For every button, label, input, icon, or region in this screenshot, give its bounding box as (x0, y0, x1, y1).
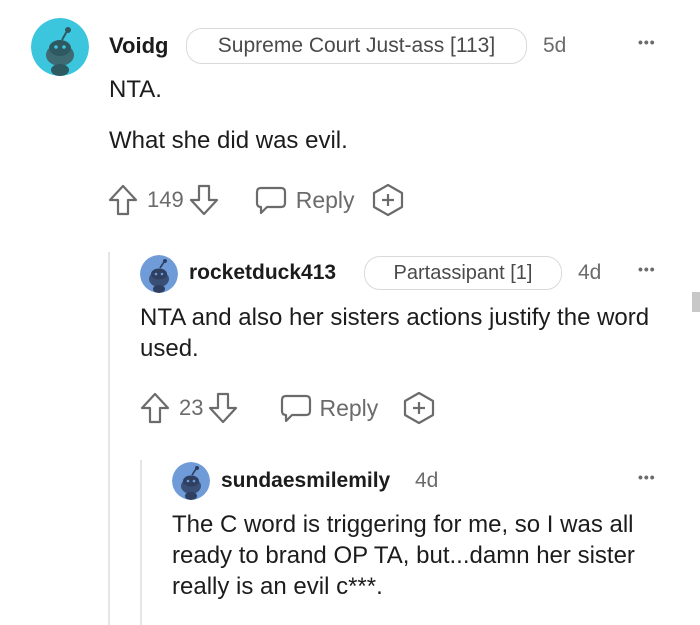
avatar[interactable] (172, 462, 210, 500)
comment-body: The C word is triggering for me, so I wa… (172, 509, 672, 602)
comment-paragraph: NTA. (109, 76, 162, 103)
timestamp[interactable]: 4d (415, 469, 438, 493)
reply-button[interactable]: Reply (319, 395, 378, 422)
username[interactable]: sundaesmilemily (221, 469, 390, 493)
reply-button[interactable]: Reply (296, 187, 355, 214)
more-options-icon[interactable]: ••• (638, 261, 656, 277)
reply-bubble-icon[interactable] (254, 185, 288, 215)
downvote-icon[interactable] (188, 183, 220, 217)
award-icon[interactable] (371, 183, 405, 217)
comment-actions: 149 Reply (107, 182, 405, 218)
thread-line[interactable] (140, 460, 142, 625)
thread-line[interactable] (108, 252, 110, 625)
comment-body: NTA and also her sisters actions justify… (140, 302, 675, 364)
vote-count: 149 (147, 187, 184, 212)
comment-paragraph: NTA and also her sisters actions justify… (140, 304, 650, 362)
username[interactable]: rocketduck413 (189, 261, 336, 285)
avatar[interactable] (31, 18, 89, 76)
vote-count: 23 (179, 395, 204, 420)
user-flair: Supreme Court Just-ass [113] (186, 28, 527, 64)
reply-bubble-icon[interactable] (279, 393, 313, 423)
snoo-avatar-icon (172, 462, 210, 500)
avatar[interactable] (140, 255, 178, 293)
downvote-icon[interactable] (207, 391, 239, 425)
comment-paragraph: The C word is triggering for me, so I wa… (172, 511, 635, 600)
award-icon[interactable] (402, 391, 436, 425)
snoo-avatar-icon (31, 18, 89, 76)
more-options-icon[interactable]: ••• (638, 34, 656, 50)
username[interactable]: Voidg (109, 33, 168, 59)
more-options-icon[interactable]: ••• (638, 469, 656, 485)
timestamp[interactable]: 5d (543, 34, 566, 58)
timestamp[interactable]: 4d (578, 261, 601, 285)
comment-body: NTA. What she did was evil. (109, 75, 669, 156)
comment-paragraph: What she did was evil. (109, 127, 348, 154)
upvote-icon[interactable] (139, 391, 171, 425)
upvote-icon[interactable] (107, 183, 139, 217)
comment-actions: 23 Reply (139, 390, 436, 426)
snoo-avatar-icon (140, 255, 178, 293)
user-flair: Partassipant [1] (364, 256, 562, 290)
scrollbar-thumb[interactable] (692, 292, 700, 312)
